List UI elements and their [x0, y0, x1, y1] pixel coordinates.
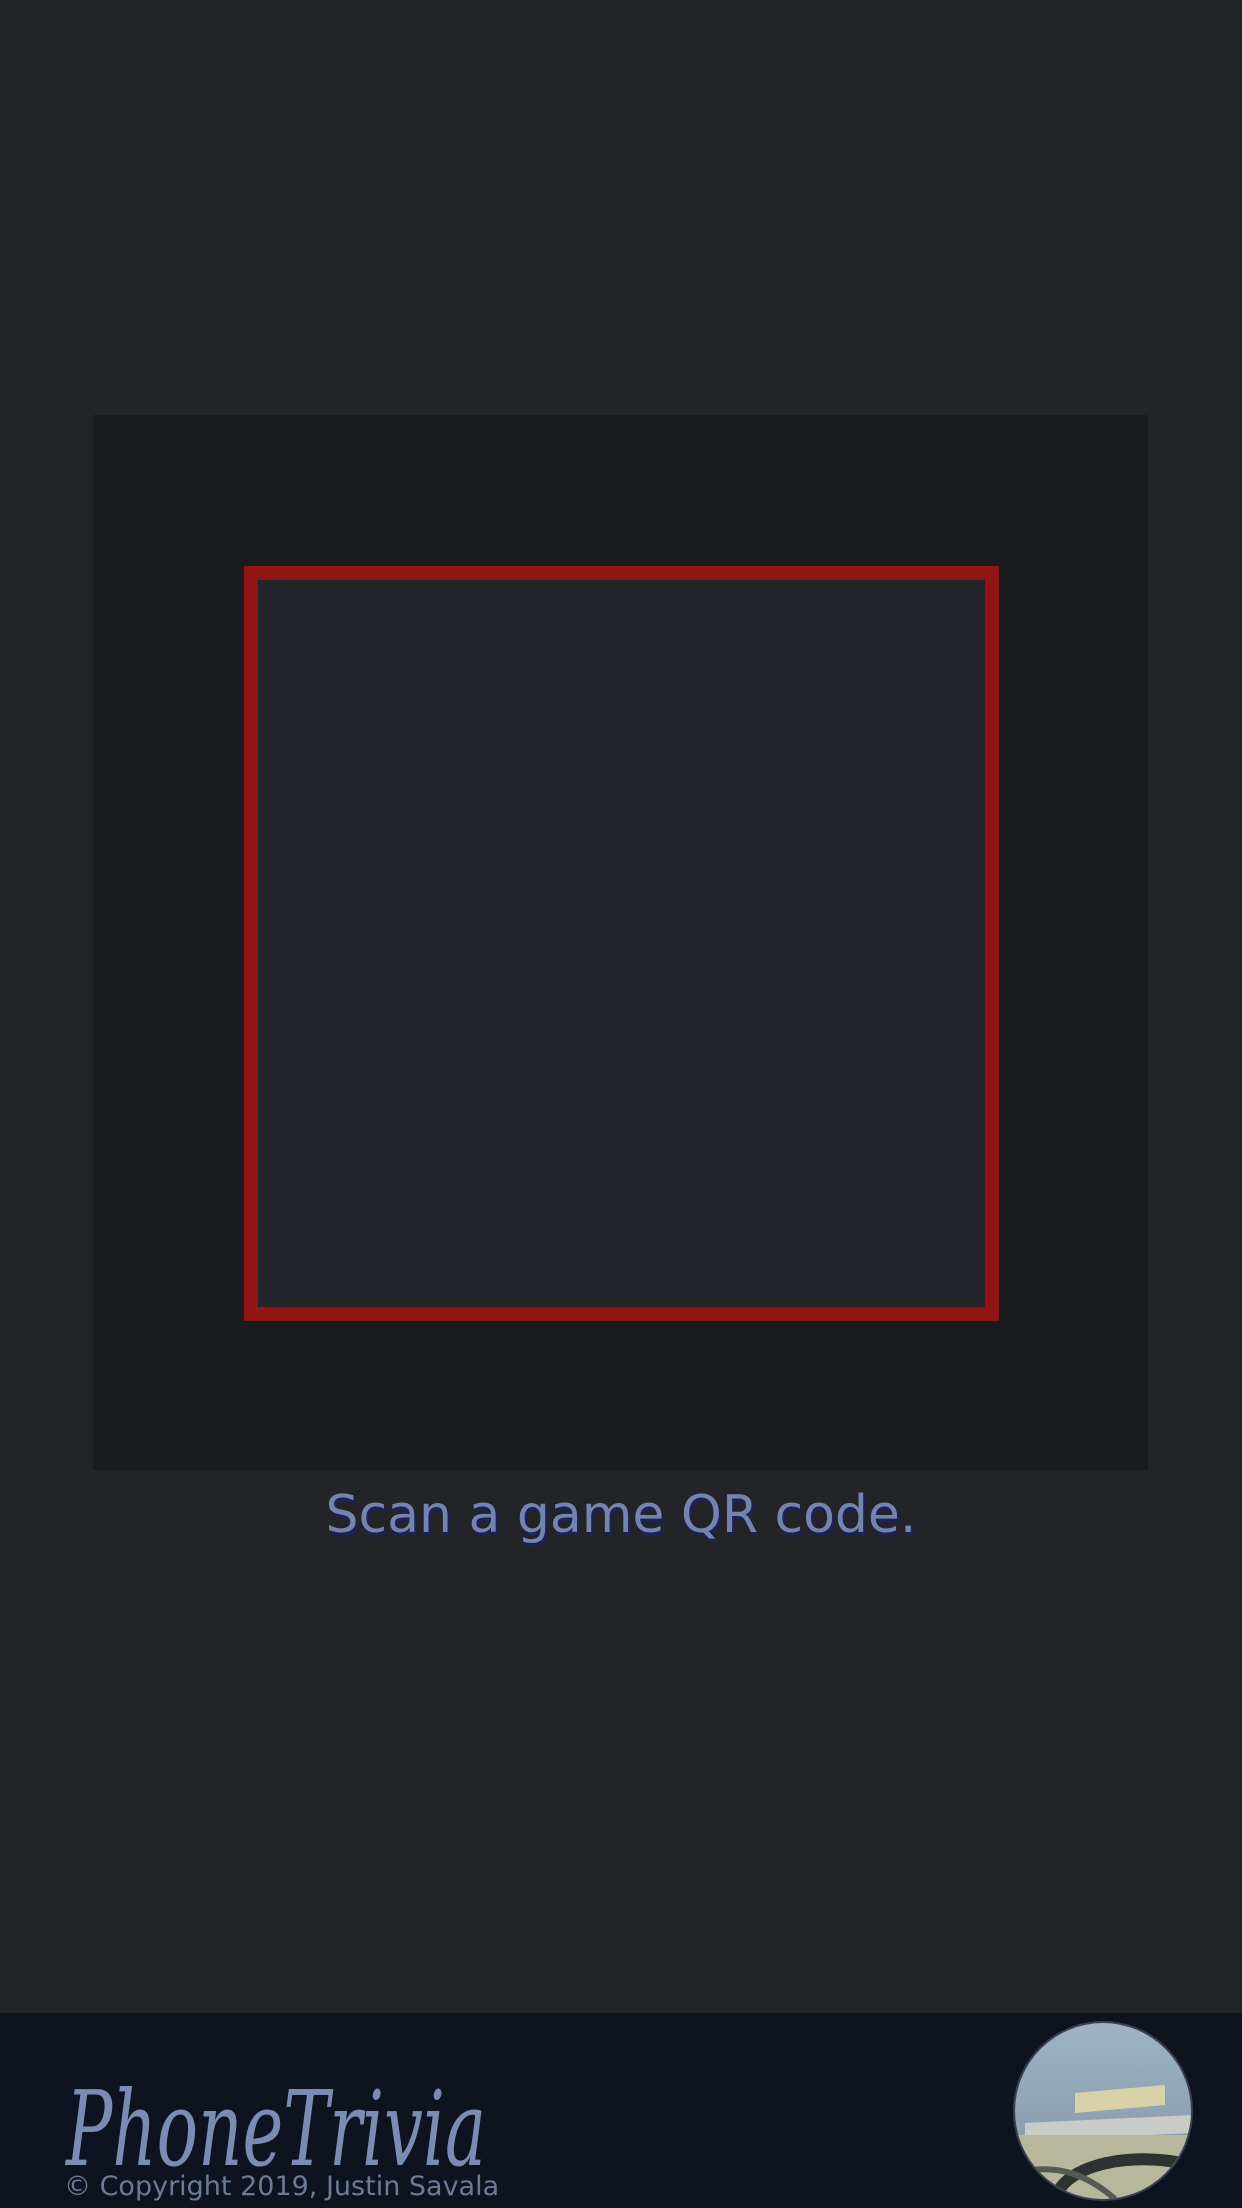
- footer: PhoneTrivia © Copyright 2019, Justin Sav…: [0, 2013, 1242, 2208]
- qr-scanner-viewport: [93, 415, 1148, 1470]
- user-avatar[interactable]: [1013, 2021, 1193, 2201]
- app-logo: PhoneTrivia: [65, 2068, 486, 2188]
- scan-instruction: Scan a game QR code.: [325, 1485, 917, 1545]
- copyright-text: © Copyright 2019, Justin Savala: [64, 2171, 500, 2202]
- scan-target-frame: [244, 566, 999, 1321]
- avatar-photo-icon: [1015, 2023, 1191, 2199]
